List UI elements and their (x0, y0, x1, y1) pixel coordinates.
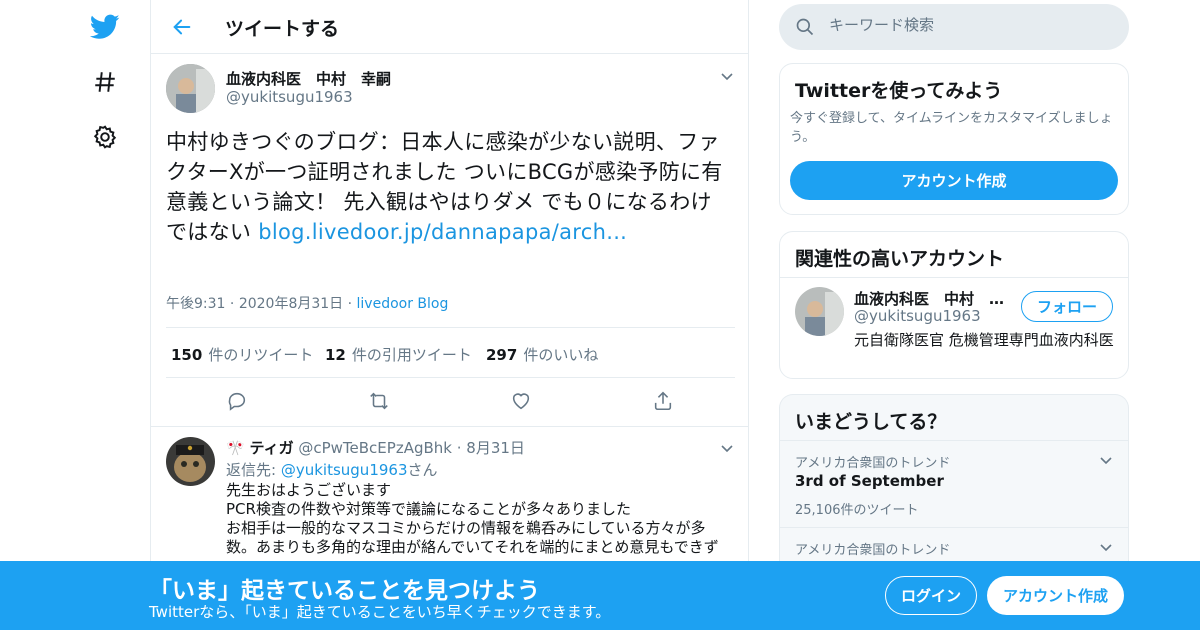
like-stat[interactable]: 297 件のいいね (486, 344, 598, 365)
trends-title: いまどうしてる？ (795, 411, 947, 433)
gear-icon[interactable] (90, 122, 120, 152)
tweet-text: 中村ゆきつぐのブログ：日本人に感染が少ない説明、ファクターXが一つ証明されました… (166, 127, 731, 247)
reply-line: 先生おはようございます (226, 481, 392, 499)
divider (780, 527, 1128, 528)
related-bio: 元自衛隊医官 危機管理専門血液内科医 (854, 331, 1114, 349)
tweet-source[interactable]: livedoor Blog (357, 296, 449, 312)
reply-to: 返信先: @yukitsugu1963さん (226, 459, 438, 480)
reply-body: 先生おはようございます PCR検査の件数や対策等で議論になることが多々ありました… (226, 481, 731, 557)
share-icon[interactable] (650, 388, 676, 414)
signup-banner: 「いま」起きていることを見つけよう Twitterなら、「いま」起きていることを… (0, 561, 1200, 630)
create-account-button[interactable]: アカウント作成 (790, 161, 1118, 200)
tweet-stats: 150 件のリツイート 12 件の引用ツイート 297 件のいいね (166, 327, 735, 378)
signup-card: Twitterを使ってみよう 今すぐ登録して、タイムラインをカスタマイズしましょ… (779, 63, 1129, 215)
related-accounts-card: 関連性の高いアカウント 血液内科医 中村 … @yukitsugu1963 フォ… (779, 231, 1129, 379)
trend-context: アメリカ合衆国のトレンド (795, 543, 951, 558)
banner-subtitle: Twitterなら、「いま」起きていることをいち早くチェックできます。 (149, 603, 611, 621)
search-input[interactable] (829, 16, 1109, 34)
follow-button[interactable]: フォロー (1021, 291, 1113, 322)
quote-label: 件の引用ツイート (351, 346, 472, 364)
chevron-down-icon[interactable] (1096, 537, 1116, 557)
trend-count: 25,106件のツイート (795, 503, 919, 518)
reply-to-label: 返信先: (226, 461, 277, 479)
reply-header: 🎌 ティガ @cPwTeBcEPzAgBhk · 8月31日 (226, 439, 525, 457)
login-button[interactable]: ログイン (885, 576, 977, 615)
like-icon[interactable] (508, 388, 534, 414)
reply-icon[interactable] (224, 388, 250, 414)
banner-create-account-button[interactable]: アカウント作成 (987, 576, 1124, 615)
tweet-time: 午後9:31 (166, 296, 226, 312)
banner-title: 「いま」起きていることを見つけよう (149, 578, 540, 604)
reply-line: PCR検査の件数や対策等で議論になることが多々ありました (226, 500, 631, 518)
reply-line: お相手は一般的なマスコミからだけの情報を鵜呑みにしている方々が多数。あまりも多角… (226, 519, 719, 556)
divider (780, 440, 1128, 441)
reply-emoji: 🎌 (226, 439, 245, 457)
reply-avatar[interactable] (166, 437, 215, 486)
author-name[interactable]: 血液内科医 中村 幸嗣 (226, 68, 391, 89)
like-count: 297 (486, 346, 518, 364)
search-icon (795, 17, 815, 41)
related-avatar[interactable] (795, 287, 844, 336)
back-arrow-icon[interactable] (169, 14, 195, 40)
chevron-down-icon[interactable] (717, 66, 737, 86)
tweet-date: 2020年8月31日 (238, 296, 344, 312)
quote-stat[interactable]: 12 件の引用ツイート (325, 344, 472, 365)
reply-date[interactable]: 8月31日 (466, 439, 525, 457)
related-handle[interactable]: @yukitsugu1963 (854, 307, 981, 325)
related-name[interactable]: 血液内科医 中村 … (854, 288, 1004, 309)
reply-to-suffix: さん (407, 461, 438, 479)
divider (151, 426, 748, 427)
tweet-link[interactable]: blog.livedoor.jp/dannapapa/arch... (258, 220, 627, 244)
retweet-stat[interactable]: 150 件のリツイート (171, 344, 313, 365)
reply-author-handle[interactable]: @cPwTeBcEPzAgBhk (298, 439, 452, 457)
chevron-down-icon[interactable] (1096, 450, 1116, 470)
author-handle[interactable]: @yukitsugu1963 (226, 88, 353, 106)
search-bar[interactable] (779, 4, 1129, 50)
signup-description: 今すぐ登録して、タイムラインをカスタマイズしましょう。 (790, 111, 1113, 145)
signup-title: Twitterを使ってみよう (795, 80, 1003, 102)
like-label: 件のいいね (523, 346, 599, 364)
chevron-down-icon[interactable] (717, 438, 737, 458)
related-title: 関連性の高いアカウント (795, 248, 1005, 270)
quote-count: 12 (325, 346, 346, 364)
trend-context: アメリカ合衆国のトレンド (795, 456, 951, 471)
tweet-meta: 午後9:31 · 2020年8月31日 · livedoor Blog (166, 296, 449, 312)
twitter-logo-icon[interactable] (90, 12, 120, 42)
tweet-actions (151, 388, 748, 418)
retweet-icon[interactable] (366, 388, 392, 414)
main-column: ツイートする 血液内科医 中村 幸嗣 @yukitsugu1963 中村ゆきつぐ… (150, 0, 749, 630)
page-header: ツイートする (151, 0, 748, 54)
reply-to-handle[interactable]: @yukitsugu1963 (281, 461, 408, 479)
retweet-count: 150 (171, 346, 203, 364)
page-title: ツイートする (225, 18, 340, 40)
author-avatar[interactable] (166, 64, 215, 113)
trend-name[interactable]: 3rd of September (795, 472, 944, 490)
reply-author-name[interactable]: ティガ (249, 439, 293, 457)
hashtag-icon[interactable] (90, 67, 120, 97)
retweet-label: 件のリツイート (208, 346, 314, 364)
divider (780, 277, 1128, 278)
left-nav (0, 0, 150, 630)
